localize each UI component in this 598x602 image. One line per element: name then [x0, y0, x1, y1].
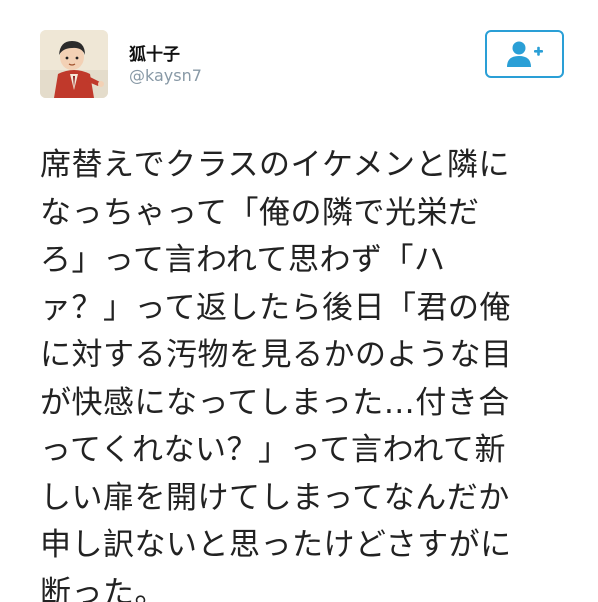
tweet-text: 席替えでクラスのイケメンと隣に なっちゃって「俺の隣で光栄だ ろ」って言われて思… — [40, 142, 585, 602]
user-avatar-icon[interactable] — [40, 30, 108, 98]
tweet-text-line: が快感になってしまった…付き合 — [40, 384, 510, 421]
tweet-card: 狐十子 @kaysn7 席替えでクラスのイケメンと隣に なっちゃって「俺の隣で光… — [0, 0, 598, 602]
tweet-text-line: 断った。 — [40, 574, 166, 602]
follow-button[interactable] — [485, 30, 564, 78]
tweet-text-line: 席替えでクラスのイケメンと隣に — [40, 147, 511, 183]
tweet-text-line: に対する汚物を見るかのような目 — [40, 337, 513, 373]
tweet-text-line: なっちゃって「俺の隣で光栄だ — [40, 194, 480, 231]
tweet-text-line: しい扉を開けてしまってなんだか — [40, 479, 510, 516]
add-user-icon — [506, 41, 543, 67]
user-handle[interactable]: @kaysn7 — [129, 66, 202, 85]
tweet-text-line: ろ」って言われて思わず「ハ — [40, 242, 446, 278]
tweet-text-line: 申し訳ないと思ったけどさすがに — [40, 527, 512, 563]
display-name[interactable]: 狐十子 — [129, 40, 180, 65]
tweet-text-line: ァ？」って返したら後日「君の俺 — [40, 289, 511, 326]
tweet-text-line: ってくれない？」って言われて新 — [40, 432, 506, 468]
